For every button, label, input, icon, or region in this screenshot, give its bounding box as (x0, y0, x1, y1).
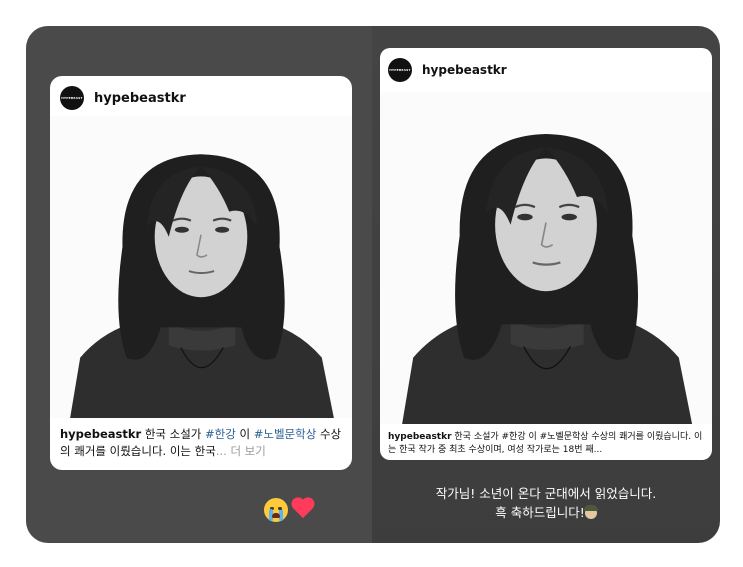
post-photo[interactable] (380, 92, 712, 424)
post-username[interactable]: hypebeastkr (422, 63, 507, 77)
post-card[interactable]: HYPEBEAST hypebeastkr hypebeastkr 한국 소설가… (380, 48, 712, 460)
story-text-overlay: 작가님! 소년이 온다 군대에서 읽었습니다. 흑 축하드립니다! (372, 484, 720, 523)
soldier-emoji-icon (583, 505, 598, 520)
post-header: HYPEBEAST hypebeastkr (60, 86, 186, 110)
hashtag-link[interactable]: #한강 (205, 427, 236, 441)
right-story-panel: HYPEBEAST hypebeastkr hypebeastkr 한국 소설가… (372, 26, 720, 543)
caption-text: 이 (235, 427, 254, 441)
story-text-line: 흑 축하드립니다! (372, 503, 720, 522)
portrait-image (50, 116, 352, 418)
more-link[interactable]: ... 더 보기 (216, 444, 266, 458)
story-text-line: 작가님! 소년이 온다 군대에서 읽었습니다. (435, 486, 657, 501)
post-caption: hypebeastkr 한국 소설가 #한강 이 #노벨문학상 수상의 쾌거를 … (388, 431, 708, 457)
crying-face-icon (264, 498, 288, 522)
hypebeast-logo-icon[interactable]: HYPEBEAST (388, 58, 412, 82)
hashtag-link[interactable]: #노벨문학상 (254, 427, 317, 441)
post-header: HYPEBEAST hypebeastkr (388, 58, 507, 82)
caption-username[interactable]: hypebeastkr (388, 432, 452, 442)
post-username[interactable]: hypebeastkr (94, 91, 186, 106)
post-card[interactable]: HYPEBEAST hypebeastkr hypebeastkr 한국 소설가… (50, 76, 352, 470)
caption-username[interactable]: hypebeastkr (60, 427, 141, 441)
left-story-panel: HYPEBEAST hypebeastkr hypebeastkr 한국 소설가… (26, 26, 372, 543)
heart-icon (290, 498, 316, 522)
caption-text: 한국 소설가 (141, 427, 206, 441)
hypebeast-logo-icon[interactable]: HYPEBEAST (60, 86, 84, 110)
post-photo[interactable] (50, 116, 352, 418)
portrait-image (380, 92, 712, 424)
reaction-emojis (264, 498, 316, 522)
post-caption: hypebeastkr 한국 소설가 #한강 이 #노벨문학상 수상의 쾌거를 … (60, 426, 345, 459)
